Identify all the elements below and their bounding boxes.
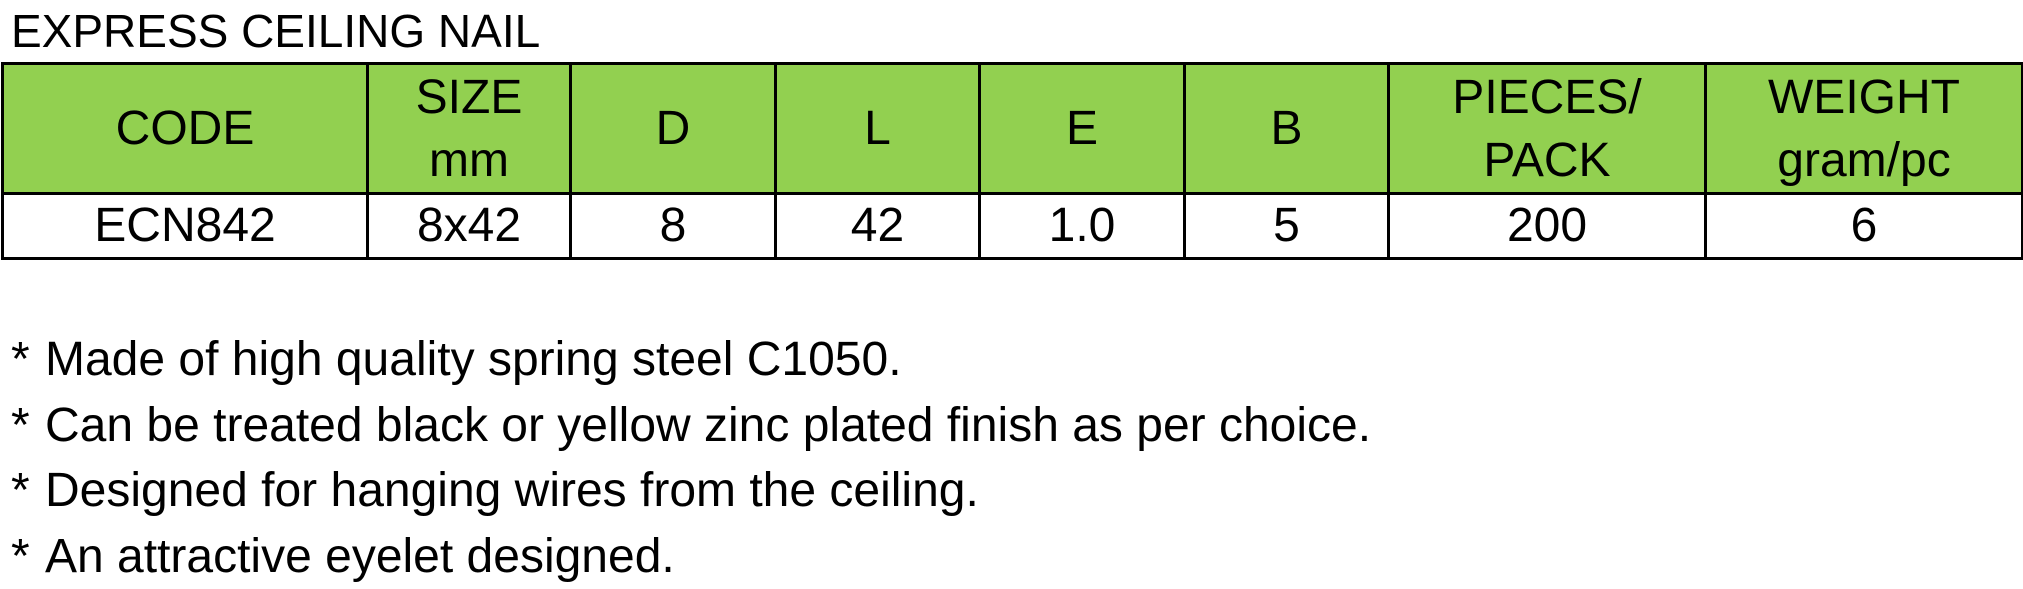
note-item: *Designed for hanging wires from the cei… (11, 458, 1371, 524)
column-header-d: D (571, 64, 776, 194)
header-label: PIECES/ (1390, 66, 1704, 129)
table-row: ECN842 8x42 8 42 1.0 5 200 6 (3, 194, 2023, 259)
column-header-e: E (980, 64, 1185, 194)
header-label: E (981, 97, 1183, 160)
note-item: *An attractive eyelet designed. (11, 524, 1371, 589)
header-unit: gram/pc (1707, 129, 2021, 192)
header-unit: mm (369, 129, 569, 192)
cell-code: ECN842 (3, 194, 368, 259)
header-label: L (777, 97, 978, 160)
cell-e: 1.0 (980, 194, 1185, 259)
asterisk-bullet-icon: * (11, 524, 45, 589)
asterisk-bullet-icon: * (11, 393, 45, 459)
header-label: B (1186, 97, 1387, 160)
header-row: CODE SIZE mm D L E B PIECES/ PACK (3, 64, 2023, 194)
note-item: *Can be treated black or yellow zinc pla… (11, 393, 1371, 459)
cell-l: 42 (776, 194, 980, 259)
note-item: *Made of high quality spring steel C1050… (11, 327, 1371, 393)
spec-table: CODE SIZE mm D L E B PIECES/ PACK (1, 62, 2023, 260)
note-text: An attractive eyelet designed. (45, 530, 675, 583)
cell-b: 5 (1185, 194, 1389, 259)
header-label: CODE (4, 97, 366, 160)
cell-d: 8 (571, 194, 776, 259)
note-text: Made of high quality spring steel C1050. (45, 333, 902, 386)
asterisk-bullet-icon: * (11, 327, 45, 393)
column-header-pieces-per-pack: PIECES/ PACK (1389, 64, 1706, 194)
column-header-b: B (1185, 64, 1389, 194)
cell-size: 8x42 (368, 194, 571, 259)
asterisk-bullet-icon: * (11, 458, 45, 524)
column-header-l: L (776, 64, 980, 194)
header-label: SIZE (369, 66, 569, 129)
cell-pieces-per-pack: 200 (1389, 194, 1706, 259)
page-title: EXPRESS CEILING NAIL (11, 4, 540, 59)
cell-weight: 6 (1706, 194, 2023, 259)
header-label: D (572, 97, 774, 160)
note-text: Designed for hanging wires from the ceil… (45, 464, 979, 517)
feature-notes: *Made of high quality spring steel C1050… (11, 327, 1371, 589)
column-header-size: SIZE mm (368, 64, 571, 194)
header-label: WEIGHT (1707, 66, 2021, 129)
column-header-code: CODE (3, 64, 368, 194)
header-unit: PACK (1390, 129, 1704, 192)
note-text: Can be treated black or yellow zinc plat… (45, 399, 1371, 452)
column-header-weight: WEIGHT gram/pc (1706, 64, 2023, 194)
